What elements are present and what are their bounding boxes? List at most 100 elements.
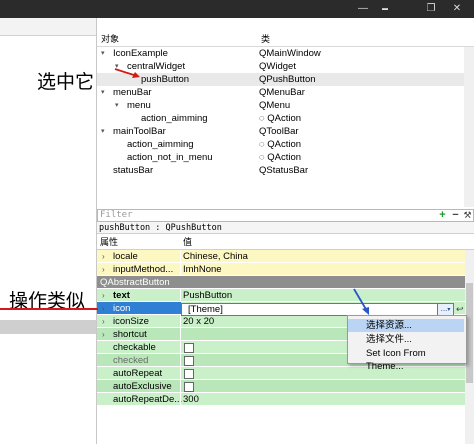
tree-row[interactable]: action_aimming ◌ QAction [97,112,465,125]
selected-property-highlight [97,302,181,314]
column-divider [180,393,181,406]
add-property-button[interactable]: + [437,210,448,221]
column-divider [180,263,181,276]
column-divider [180,315,181,328]
property-row[interactable]: autoRepeatDe... 300 [97,393,465,406]
column-divider [180,328,181,341]
filter-placeholder: Filter [100,210,133,220]
column-divider [180,289,181,302]
tree-row-name: statusBar [113,165,154,176]
icon-context-menu: 选择资源... 选择文件... Set Icon From Theme... [347,315,467,372]
tree-row[interactable]: action_not_in_menu ◌ QAction [97,151,465,164]
column-divider [180,354,181,367]
menu-item-set-icon-from-theme[interactable]: Set Icon From Theme... [348,347,464,372]
property-checkbox[interactable] [184,356,194,366]
tree-row-class: QAction [267,113,302,124]
chevron-right-icon[interactable]: › [102,263,105,276]
property-value: 20 x 20 [183,316,215,327]
chevron-right-icon[interactable]: › [102,302,105,315]
property-scrollbar-thumb[interactable] [466,283,473,383]
property-checkbox[interactable] [184,382,194,392]
property-name: checkable [113,342,156,353]
minimize-icon[interactable]: — [352,0,374,18]
chevron-down-icon[interactable]: ▾ [115,99,119,112]
tree-row-class: QAction [267,152,302,163]
tree-row[interactable]: statusBar QStatusBar [97,164,465,177]
object-tree[interactable]: ▾ IconExample QMainWindow ▾ centralWidget QWi… [97,47,465,207]
tree-row[interactable]: pushButton QPushButton [97,73,465,86]
tree-row-name: action_not_in_menu [127,152,213,163]
tree-row-class: QAction [267,139,302,150]
property-row[interactable]: autoExclusive [97,380,465,393]
column-divider [180,380,181,393]
property-section-header[interactable]: QAbstractButton [97,276,465,289]
annotation-arrow-down-icon [353,288,369,315]
tree-row-name: action_aimming [127,139,194,150]
property-checkbox[interactable] [184,343,194,353]
annotation-select-it: 选中它 [37,71,95,93]
column-class-header: 类 [261,34,271,44]
tree-row-class-cell: ◌ QAction [259,112,301,125]
property-value: PushButton [183,290,233,301]
property-value: ImhNone [183,264,222,275]
restore-icon[interactable]: ❐ [420,0,442,18]
remove-property-button[interactable]: − [450,210,461,221]
property-value: 300 [183,394,199,405]
tree-row-class: QWidget [259,61,296,72]
tree-row[interactable]: action_aimming ◌ QAction [97,138,465,151]
tree-row[interactable]: ▾ IconExample QMainWindow [97,47,465,60]
menu-item-choose-resource[interactable]: 选择资源... [348,319,464,332]
chevron-down-icon[interactable]: ▾ [101,47,105,60]
property-name: autoExclusive [113,381,172,392]
column-divider [180,367,181,380]
property-name: inputMethod... [113,264,174,275]
property-checkbox[interactable] [184,369,194,379]
chevron-down-icon[interactable]: ▾ [101,125,105,138]
chevron-right-icon[interactable]: › [102,315,105,328]
menu-item-choose-file[interactable]: 选择文件... [348,333,464,346]
property-editor-header: 属性 值 [97,236,474,250]
reset-icon[interactable]: ↩ [456,304,464,315]
object-tree-scrollbar[interactable] [464,47,474,207]
property-name: text [113,290,130,301]
property-value: Chinese, China [183,251,248,262]
chevron-down-icon: ▾ [447,307,451,313]
chevron-down-icon[interactable]: ▾ [101,86,105,99]
tree-row[interactable]: ▾ menu QMenu [97,99,465,112]
chevron-right-icon[interactable]: › [102,328,105,341]
annotation-arrow-icon [114,68,140,78]
chevron-right-icon[interactable]: › [102,289,105,302]
left-panel-header [0,18,96,36]
property-row[interactable]: autoRepeat [97,367,465,380]
column-divider [180,250,181,263]
close-icon[interactable]: ✕ [446,0,468,18]
tree-row-class-cell: ◌ QAction [259,138,301,151]
tree-row[interactable]: ▾ menuBar QMenuBar [97,86,465,99]
tree-row-class: QPushButton [259,74,316,85]
selected-object-label: pushButton : QPushButton [97,222,474,234]
filter-input[interactable] [97,209,474,222]
tree-row[interactable]: ▾ mainToolBar QToolBar [97,125,465,138]
column-object-header: 对象 [101,34,120,44]
tree-row-class: QMenuBar [259,87,305,98]
tree-row-name: IconExample [113,48,168,59]
tree-row-class: QMenu [259,100,291,111]
column-divider [180,341,181,354]
tree-row-class: QMainWindow [259,48,321,59]
configure-icon[interactable]: ⚒ [462,210,473,221]
maximize-icon[interactable]: ▬ [374,0,396,18]
property-row[interactable]: › inputMethod... ImhNone [97,263,465,276]
property-name: locale [113,251,138,262]
tree-row[interactable]: ▾ centralWidget QWidget [97,60,465,73]
property-row[interactable]: › locale Chinese, China [97,250,465,263]
property-name: autoRepeat [113,368,163,379]
property-row[interactable]: › text PushButton [97,289,465,302]
tree-row-class: QToolBar [259,126,299,137]
property-name: shortcut [113,329,147,340]
column-value-header: 值 [183,237,193,247]
chevron-right-icon[interactable]: › [102,250,105,263]
left-panel-strip [0,320,96,334]
column-property-header: 属性 [100,237,119,247]
tree-row-class: QStatusBar [259,165,309,176]
window-title-bar [0,0,474,18]
